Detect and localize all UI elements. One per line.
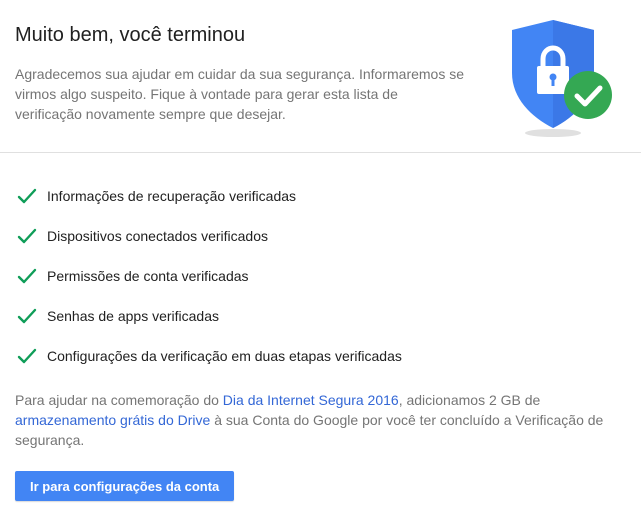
verified-items-list: Informações de recuperação verificadas D…	[0, 176, 402, 376]
lock-keyhole-slot	[551, 78, 555, 86]
promo-text-part: , adicionamos 2 GB de	[398, 392, 541, 408]
list-item: Dispositivos conectados verificados	[0, 216, 402, 256]
shield-lock-check-icon	[512, 20, 612, 137]
promo-text-part: Para ajudar na comemoração do	[15, 392, 223, 408]
completion-header: Muito bem, você terminou Agradecemos sua…	[0, 0, 641, 153]
list-item-label: Informações de recuperação verificadas	[47, 188, 297, 204]
check-badge	[564, 71, 612, 119]
checkmark-icon	[17, 308, 37, 324]
page-title: Muito bem, você terminou	[15, 24, 246, 46]
list-item-label: Permissões de conta verificadas	[47, 268, 249, 284]
shield-shadow	[525, 129, 581, 137]
checkmark-icon	[17, 188, 37, 204]
checkmark-icon	[17, 348, 37, 364]
list-item-label: Senhas de apps verificadas	[47, 308, 219, 324]
safer-internet-day-link[interactable]: Dia da Internet Segura 2016	[223, 392, 399, 408]
list-item: Permissões de conta verificadas	[0, 256, 402, 296]
list-item: Configurações da verificação em duas eta…	[0, 336, 402, 376]
list-item-label: Configurações da verificação em duas eta…	[47, 348, 402, 364]
drive-storage-link[interactable]: armazenamento grátis do Drive	[15, 412, 210, 428]
intro-text: Agradecemos sua ajudar em cuidar da sua …	[15, 66, 465, 122]
security-checkup-complete-page: Muito bem, você terminou Agradecemos sua…	[0, 0, 641, 516]
checkmark-icon	[17, 228, 37, 244]
list-item: Informações de recuperação verificadas	[0, 176, 402, 216]
list-item: Senhas de apps verificadas	[0, 296, 402, 336]
list-item-label: Dispositivos conectados verificados	[47, 228, 268, 244]
checkmark-icon	[17, 268, 37, 284]
promo-text: Para ajudar na comemoração do Dia da Int…	[15, 390, 615, 450]
account-settings-button[interactable]: Ir para configurações da conta	[15, 471, 235, 501]
